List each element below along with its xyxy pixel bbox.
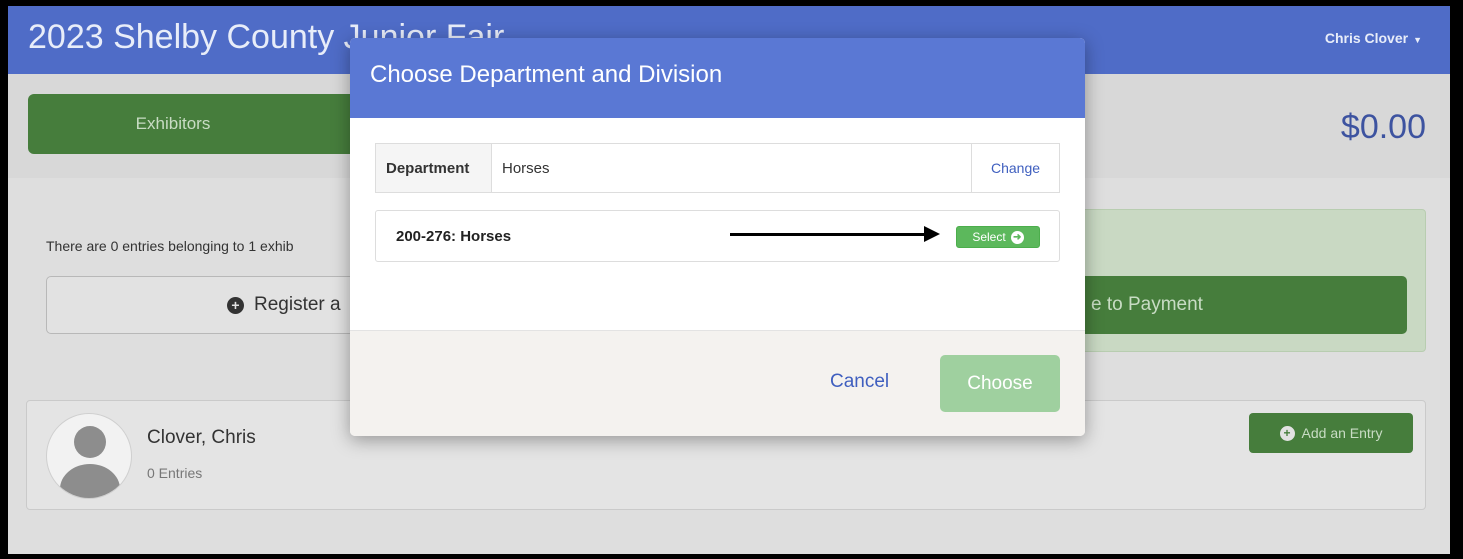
select-label: Select [972, 230, 1006, 244]
exhibitor-name: Clover, Chris [147, 427, 256, 448]
user-name: Chris Clover [1324, 30, 1409, 46]
modal-title: Choose Department and Division [350, 38, 1085, 118]
caret-down-icon: ▼ [1413, 35, 1422, 45]
cancel-button[interactable]: Cancel [830, 371, 889, 393]
department-row: Department Horses Change [375, 143, 1060, 193]
change-department-link[interactable]: Change [971, 144, 1059, 192]
add-entry-label: Add an Entry [1301, 425, 1383, 441]
department-label: Department [376, 144, 492, 192]
pointer-arrow-head [924, 226, 940, 242]
user-menu[interactable]: Chris Clover ▼ [1325, 30, 1422, 46]
add-entry-button[interactable]: + Add an Entry [1249, 413, 1413, 453]
app-frame: 2023 Shelby County Junior Fair Chris Clo… [8, 6, 1450, 554]
plus-circle-icon: + [1279, 425, 1295, 441]
division-name: 200-276: Horses [396, 228, 512, 245]
exhibitor-entry-count: 0 Entries [147, 465, 203, 481]
entries-info-text: There are 0 entries belonging to 1 exhib [46, 238, 294, 254]
plus-circle-icon: + [227, 296, 244, 314]
exhibitors-button[interactable]: Exhibitors [28, 94, 378, 154]
payment-panel: e to Payment [1078, 209, 1426, 352]
division-row: 200-276: Horses Select ➜ [375, 210, 1060, 262]
avatar [46, 413, 132, 499]
choose-button[interactable]: Choose [940, 355, 1060, 412]
continue-to-payment-button[interactable]: e to Payment [1079, 276, 1407, 334]
pointer-arrow [730, 233, 926, 236]
choose-department-modal: Choose Department and Division Departmen… [350, 38, 1085, 436]
select-division-button[interactable]: Select ➜ [956, 226, 1040, 248]
register-label: Register a [254, 294, 341, 315]
arrow-right-circle-icon: ➜ [1010, 230, 1024, 244]
cart-total: $0.00 [1340, 108, 1426, 146]
department-value: Horses [502, 159, 550, 177]
modal-footer: Cancel Choose [350, 330, 1085, 436]
